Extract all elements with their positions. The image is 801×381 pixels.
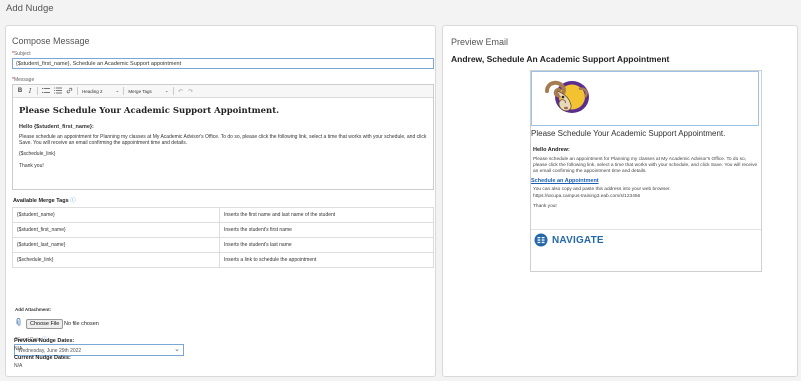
email-body-text: Please schedule an appointment for Plann…: [533, 157, 758, 174]
chevron-down-icon: ⌄: [115, 88, 120, 93]
paperclip-icon: [16, 318, 21, 328]
editor-toolbar: B I Heading 2 ⌄ Merge Tags ⌄ ↶ ↷: [13, 85, 433, 98]
current-dates-value: N/A: [14, 363, 23, 369]
ram-mascot-logo: [539, 77, 591, 117]
message-label: *Message: [12, 77, 35, 83]
navigate-icon: [534, 233, 548, 247]
editor-body-text: Please schedule an appointment for Plann…: [19, 134, 427, 146]
email-preview: Please Schedule Your Academic Support Ap…: [530, 70, 762, 272]
heading-select[interactable]: Heading 2 ⌄: [82, 88, 119, 94]
toolbar-divider: [77, 87, 78, 95]
previous-dates-label: Previous Nudge Dates:: [14, 338, 75, 344]
email-divider: [531, 229, 761, 230]
email-copy-text: You can also copy and paste this address…: [533, 187, 671, 192]
editor-thanks: Thank you!: [19, 163, 44, 169]
current-dates-label: Current Nudge Dates:: [14, 355, 71, 361]
subject-label: *Subject: [12, 51, 31, 57]
editor-heading: Please Schedule Your Academic Support Ap…: [19, 106, 280, 116]
bulleted-list-icon[interactable]: [54, 87, 62, 96]
message-editor[interactable]: B I Heading 2 ⌄ Merge Tags ⌄ ↶ ↷ Please Sc…: [12, 84, 434, 190]
redo-icon[interactable]: ↷: [188, 88, 194, 95]
merge-tag-desc-cell: Inserts the student's last name: [219, 237, 434, 253]
table-row: {$student_first_name} Inserts the studen…: [12, 222, 434, 238]
undo-icon[interactable]: ↶: [178, 88, 184, 95]
table-row: {$student_last_name} Inserts the student…: [12, 237, 434, 253]
preview-title: Preview Email: [451, 37, 509, 47]
toolbar-divider: [172, 87, 174, 95]
email-hello: Hello Andrew:: [533, 147, 570, 153]
merge-tag-desc-cell: Inserts the student's first name: [219, 222, 434, 238]
info-icon[interactable]: ⓘ: [70, 198, 76, 204]
toolbar-divider: [37, 87, 38, 95]
choose-file-button[interactable]: Choose File: [26, 319, 64, 329]
compose-panel: Compose Message *Subject {$student_first…: [5, 25, 436, 377]
attachment-label: Add Attachment:: [15, 307, 52, 312]
editor-content[interactable]: Please Schedule Your Academic Support Ap…: [13, 98, 433, 175]
navigate-brand-text: NAVIGATE: [552, 234, 604, 246]
editor-link-tag: {$schedule_link}: [19, 151, 56, 157]
merge-tag-cell: {$student_first_name}: [12, 222, 220, 238]
table-row: {$schedule_link} Inserts a link to sched…: [12, 252, 434, 268]
toolbar-divider: [123, 87, 125, 95]
email-heading: Please Schedule Your Academic Support Ap…: [531, 129, 726, 138]
link-icon[interactable]: [66, 87, 73, 96]
previous-dates-value: N/A: [14, 346, 23, 352]
email-url: https://wcupa.campus-training3.eab.com/s…: [533, 194, 641, 199]
italic-button[interactable]: I: [27, 88, 33, 95]
numbered-list-icon[interactable]: [42, 87, 50, 96]
preview-subject: Andrew, Schedule An Academic Support App…: [451, 54, 670, 64]
merge-tags-select[interactable]: Merge Tags ⌄: [128, 88, 168, 94]
subject-input[interactable]: {$student_first_name}, Schedule an Acade…: [12, 58, 434, 69]
merge-tags-table: {$student_name} Inserts the first name a…: [12, 207, 434, 268]
chevron-down-icon: ⌄: [174, 346, 180, 353]
merge-tag-cell: {$student_last_name}: [12, 237, 220, 253]
editor-hello: Hello {$student_first_name}:: [19, 124, 94, 130]
merge-tags-title: Available Merge Tags ⓘ: [13, 198, 76, 204]
merge-tag-desc-cell: Inserts the first name and last name of …: [219, 207, 434, 223]
navigate-logo: NAVIGATE: [534, 233, 604, 247]
email-thanks: Thank you!: [533, 204, 557, 209]
page-title: Add Nudge: [6, 3, 54, 14]
table-row: {$student_name} Inserts the first name a…: [12, 207, 434, 223]
merge-tag-desc-cell: Inserts a link to schedule the appointme…: [219, 252, 434, 268]
compose-title: Compose Message: [12, 36, 90, 46]
bold-button[interactable]: B: [17, 88, 23, 94]
no-file-text: No file chosen: [64, 321, 99, 327]
merge-tag-cell: {$student_name}: [12, 207, 220, 223]
chevron-down-icon: ⌄: [164, 88, 169, 93]
schedule-appointment-link[interactable]: Schedule an Appointment: [531, 178, 599, 184]
preview-panel: Preview Email Andrew, Schedule An Academ…: [442, 25, 798, 377]
merge-tag-cell: {$schedule_link}: [12, 252, 220, 268]
